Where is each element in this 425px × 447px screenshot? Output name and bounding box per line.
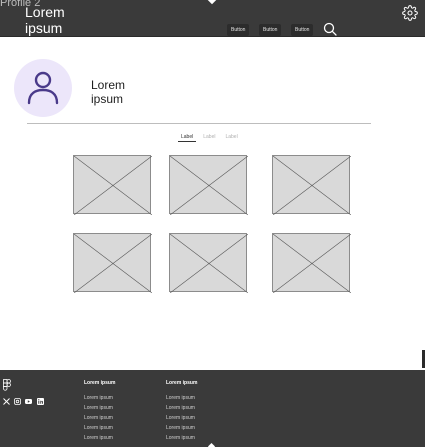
- image-placeholder-3[interactable]: [272, 155, 351, 215]
- selection-handle: [207, 0, 217, 5]
- figma-logo-icon[interactable]: [3, 379, 11, 391]
- instagram-icon[interactable]: [14, 398, 21, 405]
- footer-column-2-title: Lorem ipsum: [166, 380, 198, 386]
- placeholder-cross-icon: [170, 156, 248, 215]
- top-navigation-bar: Lorem ipsum Button Button Button: [0, 0, 425, 37]
- footer-link[interactable]: Lorem ipsum: [84, 395, 113, 401]
- user-icon: [27, 71, 59, 105]
- tab-bar: Label Label Label: [178, 132, 241, 142]
- footer-link[interactable]: Lorem ipsum: [166, 435, 195, 441]
- placeholder-cross-icon: [273, 234, 351, 293]
- nav-button-2[interactable]: Button: [259, 24, 282, 36]
- placeholder-cross-icon: [170, 234, 248, 293]
- image-placeholder-4[interactable]: [73, 233, 152, 293]
- brand-line-2: ipsum: [25, 20, 63, 36]
- avatar[interactable]: [14, 59, 72, 117]
- image-placeholder-5[interactable]: [169, 233, 248, 293]
- tab-2[interactable]: Label: [200, 132, 218, 142]
- profile-name: Lorem ipsum: [91, 78, 125, 106]
- gear-icon[interactable]: [402, 5, 418, 21]
- footer: Lorem ipsum Lorem ipsum Lorem ipsum Lore…: [0, 370, 425, 447]
- footer-link[interactable]: Lorem ipsum: [166, 415, 195, 421]
- divider: [27, 123, 371, 124]
- footer-column-1-title: Lorem ipsum: [84, 380, 116, 386]
- placeholder-cross-icon: [273, 156, 351, 215]
- linkedin-icon[interactable]: [37, 398, 44, 405]
- image-placeholder-1[interactable]: [73, 155, 152, 215]
- image-placeholder-6[interactable]: [272, 233, 351, 293]
- nav-button-3[interactable]: Button: [291, 24, 314, 36]
- x-icon[interactable]: [3, 398, 10, 405]
- tab-3[interactable]: Label: [222, 132, 240, 142]
- youtube-icon[interactable]: [25, 398, 32, 405]
- placeholder-cross-icon: [74, 156, 152, 215]
- footer-link[interactable]: Lorem ipsum: [84, 405, 113, 411]
- search-icon[interactable]: [323, 22, 337, 36]
- footer-link[interactable]: Lorem ipsum: [166, 425, 195, 431]
- placeholder-cross-icon: [74, 234, 152, 293]
- profile-name-line-1: Lorem: [91, 78, 126, 92]
- footer-link[interactable]: Lorem ipsum: [84, 415, 113, 421]
- nav-button-1[interactable]: Button: [227, 24, 250, 36]
- footer-link[interactable]: Lorem ipsum: [166, 395, 195, 401]
- footer-link[interactable]: Lorem ipsum: [84, 425, 113, 431]
- footer-link[interactable]: Lorem ipsum: [166, 405, 195, 411]
- image-placeholder-2[interactable]: [169, 155, 248, 215]
- tab-1[interactable]: Label: [178, 132, 197, 142]
- frame-label: Profile 2: [0, 0, 41, 9]
- footer-link[interactable]: Lorem ipsum: [84, 435, 113, 441]
- profile-name-line-2: ipsum: [91, 92, 124, 106]
